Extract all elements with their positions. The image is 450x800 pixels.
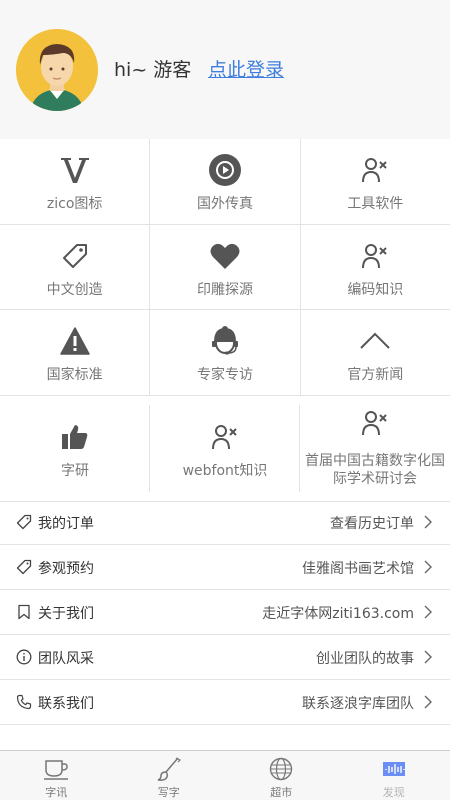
support-agent-icon — [208, 324, 242, 358]
user-remove-icon — [358, 406, 392, 440]
thumbs-up-icon — [58, 420, 92, 454]
grid-item-zico[interactable]: zico图标 — [0, 139, 151, 224]
grid-item-research[interactable]: 字研 — [0, 396, 150, 501]
grid-row: 中文创造 印雕探源 编码知识 — [0, 224, 450, 310]
list-item-label: 团队风采 — [38, 651, 94, 667]
equalizer-icon — [382, 762, 405, 776]
grid-row: 国家标准 专家专访 官方新闻 — [0, 310, 450, 396]
list-item-label: 参观预约 — [38, 561, 94, 577]
greeting-text: hi~ 游客 — [114, 59, 192, 81]
warning-icon — [58, 324, 92, 358]
phone-icon — [16, 694, 32, 710]
play-circle-icon — [208, 153, 242, 187]
list-item-value: 查看历史订单 — [330, 516, 414, 532]
grid-item-label: webfont知识 — [182, 462, 268, 479]
list-item-value: 创业团队的故事 — [316, 651, 414, 667]
list-item-label: 关于我们 — [38, 606, 94, 622]
grid-item-webfont[interactable]: webfont知识 — [150, 396, 300, 501]
tag-icon — [58, 239, 92, 273]
tab-label: 写字 — [157, 786, 180, 799]
user-remove-icon — [358, 239, 392, 273]
login-link[interactable]: 点此登录 — [208, 55, 284, 82]
chevron-right-icon — [424, 560, 432, 574]
tab-news[interactable]: 字讯 — [0, 751, 113, 800]
list-item-value: 走近字体网ziti163.com — [262, 606, 414, 622]
menu-list: 我的订单 查看历史订单 参观预约 佳雅阁书画艺术馆 关于我们 走近字体网ziti… — [0, 500, 450, 725]
grid-item-national-standard[interactable]: 国家标准 — [0, 310, 151, 395]
globe-icon — [270, 757, 293, 781]
feature-grid: zico图标 国外传真 工具软件 中文创造 印雕探源 编码知识 国家标准 专家专… — [0, 139, 450, 502]
grid-item-seal-origin[interactable]: 印雕探源 — [150, 224, 301, 309]
grid-item-label: 工具软件 — [347, 196, 404, 212]
tab-label: 发现 — [382, 786, 405, 799]
bottom-tab-bar: 字讯 写字 超市 发现 — [0, 750, 450, 800]
tab-market[interactable]: 超市 — [225, 751, 338, 800]
list-item-my-orders[interactable]: 我的订单 查看历史订单 — [0, 500, 450, 545]
user-remove-icon — [358, 153, 392, 187]
grid-row: 字研 webfont知识 首届中国古籍数字化国际学术研讨会 — [0, 396, 450, 502]
user-remove-icon — [208, 420, 242, 454]
heart-icon — [208, 239, 242, 273]
grid-item-encoding[interactable]: 编码知识 — [301, 225, 450, 310]
grid-item-label: 国家标准 — [46, 367, 103, 383]
list-item-value: 联系逐浪字库团队 — [302, 696, 414, 712]
grid-item-label: 中文创造 — [46, 281, 103, 298]
user-avatar-icon — [16, 29, 98, 111]
list-item-about-us[interactable]: 关于我们 走近字体网ziti163.com — [0, 590, 450, 635]
brush-icon — [157, 757, 181, 781]
grid-item-label: 国外传真 — [196, 196, 253, 212]
grid-item-label: 字研 — [61, 462, 89, 479]
list-item-label: 联系我们 — [38, 696, 94, 712]
tab-write[interactable]: 写字 — [113, 751, 226, 800]
chevron-right-icon — [424, 605, 432, 619]
grid-item-official-news[interactable]: 官方新闻 — [301, 310, 450, 395]
grid-item-label: 印雕探源 — [196, 281, 253, 298]
chevron-right-icon — [424, 650, 432, 664]
chevron-right-icon — [424, 515, 432, 529]
chevron-right-icon — [424, 695, 432, 709]
grid-item-ancient-books-conference[interactable]: 首届中国古籍数字化国际学术研讨会 — [300, 396, 450, 501]
tab-label: 超市 — [270, 786, 293, 799]
chevron-up-icon — [358, 324, 392, 358]
info-icon — [16, 649, 32, 665]
tab-discover[interactable]: 发现 — [338, 751, 450, 800]
list-item-visit-booking[interactable]: 参观预约 佳雅阁书画艺术馆 — [0, 545, 450, 590]
list-item-team-style[interactable]: 团队风采 创业团队的故事 — [0, 635, 450, 680]
grid-item-foreign-fax[interactable]: 国外传真 — [150, 139, 301, 224]
grid-item-label: 专家专访 — [196, 367, 253, 383]
grid-item-label: 官方新闻 — [347, 367, 404, 383]
list-item-value: 佳雅阁书画艺术馆 — [302, 561, 414, 577]
tag-icon — [16, 514, 32, 530]
grid-item-label: 首届中国古籍数字化国际学术研讨会 — [305, 452, 445, 487]
list-item-contact-us[interactable]: 联系我们 联系逐浪字库团队 — [0, 680, 450, 725]
v-logo-icon — [58, 153, 92, 187]
tab-label: 字讯 — [45, 786, 68, 799]
grid-row: zico图标 国外传真 工具软件 — [0, 139, 450, 225]
bookmark-icon — [18, 604, 30, 620]
grid-item-chinese-creation[interactable]: 中文创造 — [0, 224, 151, 309]
grid-item-label: 编码知识 — [347, 281, 404, 298]
tag-icon — [16, 559, 32, 575]
grid-item-label: zico图标 — [46, 196, 103, 212]
profile-header: hi~ 游客 点此登录 — [0, 0, 450, 139]
grid-item-expert-interview[interactable]: 专家专访 — [150, 310, 301, 395]
coffee-cup-icon — [44, 760, 69, 780]
avatar[interactable] — [16, 29, 98, 111]
grid-item-tools[interactable]: 工具软件 — [301, 139, 450, 224]
list-item-label: 我的订单 — [38, 516, 94, 532]
